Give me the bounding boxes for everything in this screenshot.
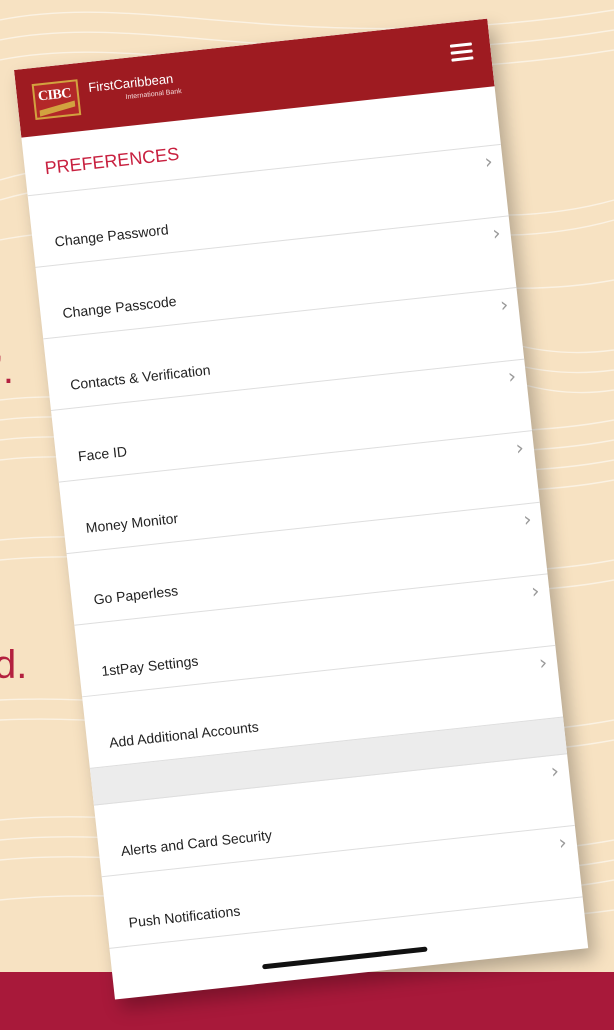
background-fragment-text: ’. — [0, 348, 14, 392]
item-label: Face ID — [77, 443, 128, 465]
chevron-right-icon: › — [514, 435, 526, 460]
item-label: Change Passcode — [61, 292, 178, 322]
chevron-right-icon: › — [491, 220, 502, 246]
item-label: Push Notifications — [127, 902, 242, 931]
chevron-right-icon: › — [483, 148, 494, 174]
cibc-logo: CIBC — [31, 79, 82, 120]
chevron-right-icon: › — [537, 649, 549, 675]
chevron-right-icon: › — [506, 363, 518, 389]
home-indicator — [262, 946, 428, 970]
chevron-right-icon: › — [498, 292, 510, 317]
item-label: Money Monitor — [85, 509, 179, 536]
bottom-brand-band — [0, 972, 614, 1030]
item-label: Change Password — [53, 221, 170, 250]
item-label: Contacts & Verification — [69, 361, 212, 393]
chevron-right-icon: › — [549, 758, 561, 784]
chevron-right-icon: › — [522, 506, 533, 532]
item-label: Alerts and Card Security — [120, 826, 273, 859]
item-label: Go Paperless — [92, 582, 179, 608]
hamburger-menu-icon[interactable] — [449, 42, 474, 62]
item-label: Add Additional Accounts — [108, 718, 260, 751]
chevron-right-icon: › — [557, 829, 568, 855]
item-label: 1stPay Settings — [100, 652, 200, 680]
chevron-right-icon: › — [530, 578, 541, 604]
phone-screen: CIBC FirstCaribbean International Bank P… — [14, 18, 589, 1000]
background-fragment-text: d. — [0, 643, 28, 687]
